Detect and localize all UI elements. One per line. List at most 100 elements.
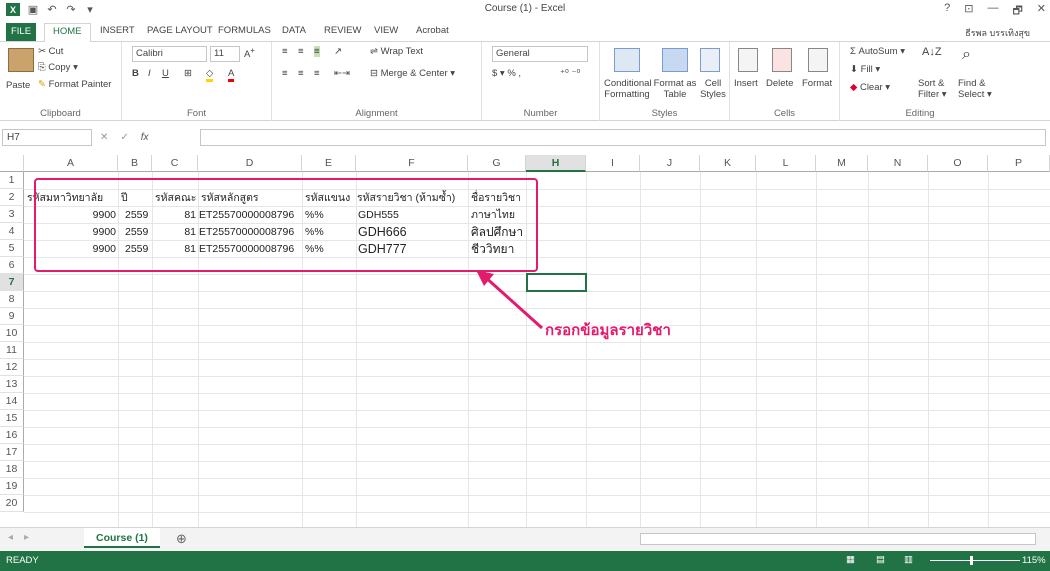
tab-formulas[interactable]: FORMULAS <box>218 23 271 42</box>
column-header[interactable]: N <box>868 155 928 172</box>
font-name-select[interactable]: Calibri <box>132 46 207 62</box>
column-header[interactable]: B <box>118 155 152 172</box>
sort-filter-icon[interactable]: A↓Z <box>922 46 942 70</box>
format-as-table-icon[interactable] <box>662 48 688 72</box>
row-header[interactable]: 4 <box>0 223 24 240</box>
cell-styles-button[interactable]: Cell Styles <box>698 78 728 100</box>
row-header[interactable]: 13 <box>0 376 24 393</box>
column-header[interactable]: P <box>988 155 1050 172</box>
sort-filter-button[interactable]: Sort & Filter ▾ <box>918 78 947 100</box>
row-header[interactable]: 2 <box>0 189 24 206</box>
select-all-corner[interactable] <box>0 155 24 172</box>
binoculars-icon[interactable]: ⌕ <box>962 46 982 70</box>
row-header[interactable]: 8 <box>0 291 24 308</box>
sheet-tab-course[interactable]: Course (1) <box>84 528 160 548</box>
sheet-next-icon[interactable]: ▸ <box>24 532 29 543</box>
cancel-icon[interactable]: ✕ <box>100 132 108 143</box>
column-header[interactable]: C <box>152 155 198 172</box>
zoom-level[interactable]: 115% <box>1022 555 1046 566</box>
middle-align-icon[interactable]: ≡ <box>298 46 304 57</box>
row-header[interactable]: 3 <box>0 206 24 223</box>
row-header[interactable]: 10 <box>0 325 24 342</box>
row-header[interactable]: 18 <box>0 461 24 478</box>
enter-icon[interactable]: ✓ <box>120 132 128 143</box>
fill-button[interactable]: ⬇ Fill ▾ <box>850 64 880 75</box>
tab-home[interactable]: HOME <box>44 23 91 43</box>
align-right-icon[interactable]: ≡ <box>314 68 320 79</box>
number-format-select[interactable]: General <box>492 46 588 62</box>
row-header[interactable]: 1 <box>0 172 24 189</box>
tab-review[interactable]: REVIEW <box>324 23 361 42</box>
column-header[interactable]: J <box>640 155 700 172</box>
top-align-icon[interactable]: ≡ <box>282 46 288 57</box>
close-icon[interactable]: ✕ <box>1037 2 1046 21</box>
row-header[interactable]: 20 <box>0 495 24 512</box>
align-left-icon[interactable]: ≡ <box>282 68 288 79</box>
column-header[interactable]: E <box>302 155 356 172</box>
add-sheet-icon[interactable]: ⊕ <box>176 531 187 547</box>
tab-insert[interactable]: INSERT <box>100 23 135 42</box>
normal-view-icon[interactable]: ▦ <box>846 554 855 565</box>
zoom-slider[interactable] <box>930 560 1020 561</box>
font-size-select[interactable]: 11 <box>210 46 240 62</box>
column-header[interactable]: A <box>24 155 118 172</box>
row-header[interactable]: 14 <box>0 393 24 410</box>
font-color-icon[interactable]: A <box>228 68 235 82</box>
find-select-button[interactable]: Find & Select ▾ <box>958 78 992 100</box>
format-button[interactable]: Format <box>802 78 832 89</box>
sheet-prev-icon[interactable]: ◂ <box>8 532 13 543</box>
tab-file[interactable]: FILE <box>6 23 36 41</box>
delete-icon[interactable] <box>772 48 792 72</box>
conditional-formatting-icon[interactable] <box>614 48 640 72</box>
tab-page-layout[interactable]: PAGE LAYOUT <box>147 23 213 42</box>
page-break-view-icon[interactable]: ▥ <box>904 554 913 565</box>
fill-color-icon[interactable]: ◇ <box>206 68 214 82</box>
user-name[interactable]: ธีรพล บรรเทิงสุข <box>965 26 1030 40</box>
row-header[interactable]: 11 <box>0 342 24 359</box>
column-header[interactable]: G <box>468 155 526 172</box>
cut-button[interactable]: ✂ Cut <box>38 46 63 57</box>
column-header[interactable]: M <box>816 155 868 172</box>
conditional-formatting-button[interactable]: Conditional Formatting <box>604 78 652 100</box>
maximize-icon[interactable]: 🗗 <box>1012 2 1022 21</box>
clear-button[interactable]: ◆ Clear ▾ <box>850 82 890 93</box>
column-header[interactable]: D <box>198 155 302 172</box>
column-header[interactable]: K <box>700 155 756 172</box>
copy-button[interactable]: ⎘ Copy ▾ <box>38 62 78 73</box>
tab-acrobat[interactable]: Acrobat <box>416 23 449 42</box>
help-icon[interactable]: ? <box>944 2 950 21</box>
row-header[interactable]: 19 <box>0 478 24 495</box>
column-header[interactable]: L <box>756 155 816 172</box>
zoom-handle[interactable] <box>970 556 973 565</box>
delete-button[interactable]: Delete <box>766 78 793 89</box>
merge-center-button[interactable]: ⊟ Merge & Center ▾ <box>370 68 455 79</box>
column-header[interactable]: F <box>356 155 468 172</box>
row-header[interactable]: 5 <box>0 240 24 257</box>
center-icon[interactable]: ≡ <box>298 68 304 79</box>
format-as-table-button[interactable]: Format as Table <box>652 78 698 100</box>
page-layout-view-icon[interactable]: ▤ <box>876 554 885 565</box>
row-header[interactable]: 6 <box>0 257 24 274</box>
cell-styles-icon[interactable] <box>700 48 720 72</box>
row-header[interactable]: 15 <box>0 410 24 427</box>
insert-button[interactable]: Insert <box>734 78 758 89</box>
minimize-icon[interactable]: — <box>987 2 998 21</box>
bottom-align-icon[interactable]: ≡ <box>314 46 320 57</box>
tab-view[interactable]: VIEW <box>374 23 398 42</box>
paste-button[interactable]: Paste <box>6 80 30 91</box>
underline-icon[interactable]: U <box>162 68 169 79</box>
horizontal-scrollbar[interactable] <box>640 533 1036 545</box>
name-box[interactable]: H7 <box>2 129 92 146</box>
decimal-icon[interactable]: ⁺⁰ ⁻⁰ <box>560 68 580 79</box>
bold-icon[interactable]: B <box>132 68 139 79</box>
column-header[interactable]: I <box>586 155 640 172</box>
italic-icon[interactable]: I <box>148 68 151 79</box>
tab-data[interactable]: DATA <box>282 23 306 42</box>
indent-icon[interactable]: ⇤⇥ <box>334 68 350 79</box>
row-header[interactable]: 9 <box>0 308 24 325</box>
row-header[interactable]: 12 <box>0 359 24 376</box>
format-cells-icon[interactable] <box>808 48 828 72</box>
column-header-active[interactable]: H <box>526 155 586 172</box>
paste-icon[interactable] <box>8 48 34 72</box>
format-painter-button[interactable]: ✎ Format Painter <box>38 79 111 90</box>
